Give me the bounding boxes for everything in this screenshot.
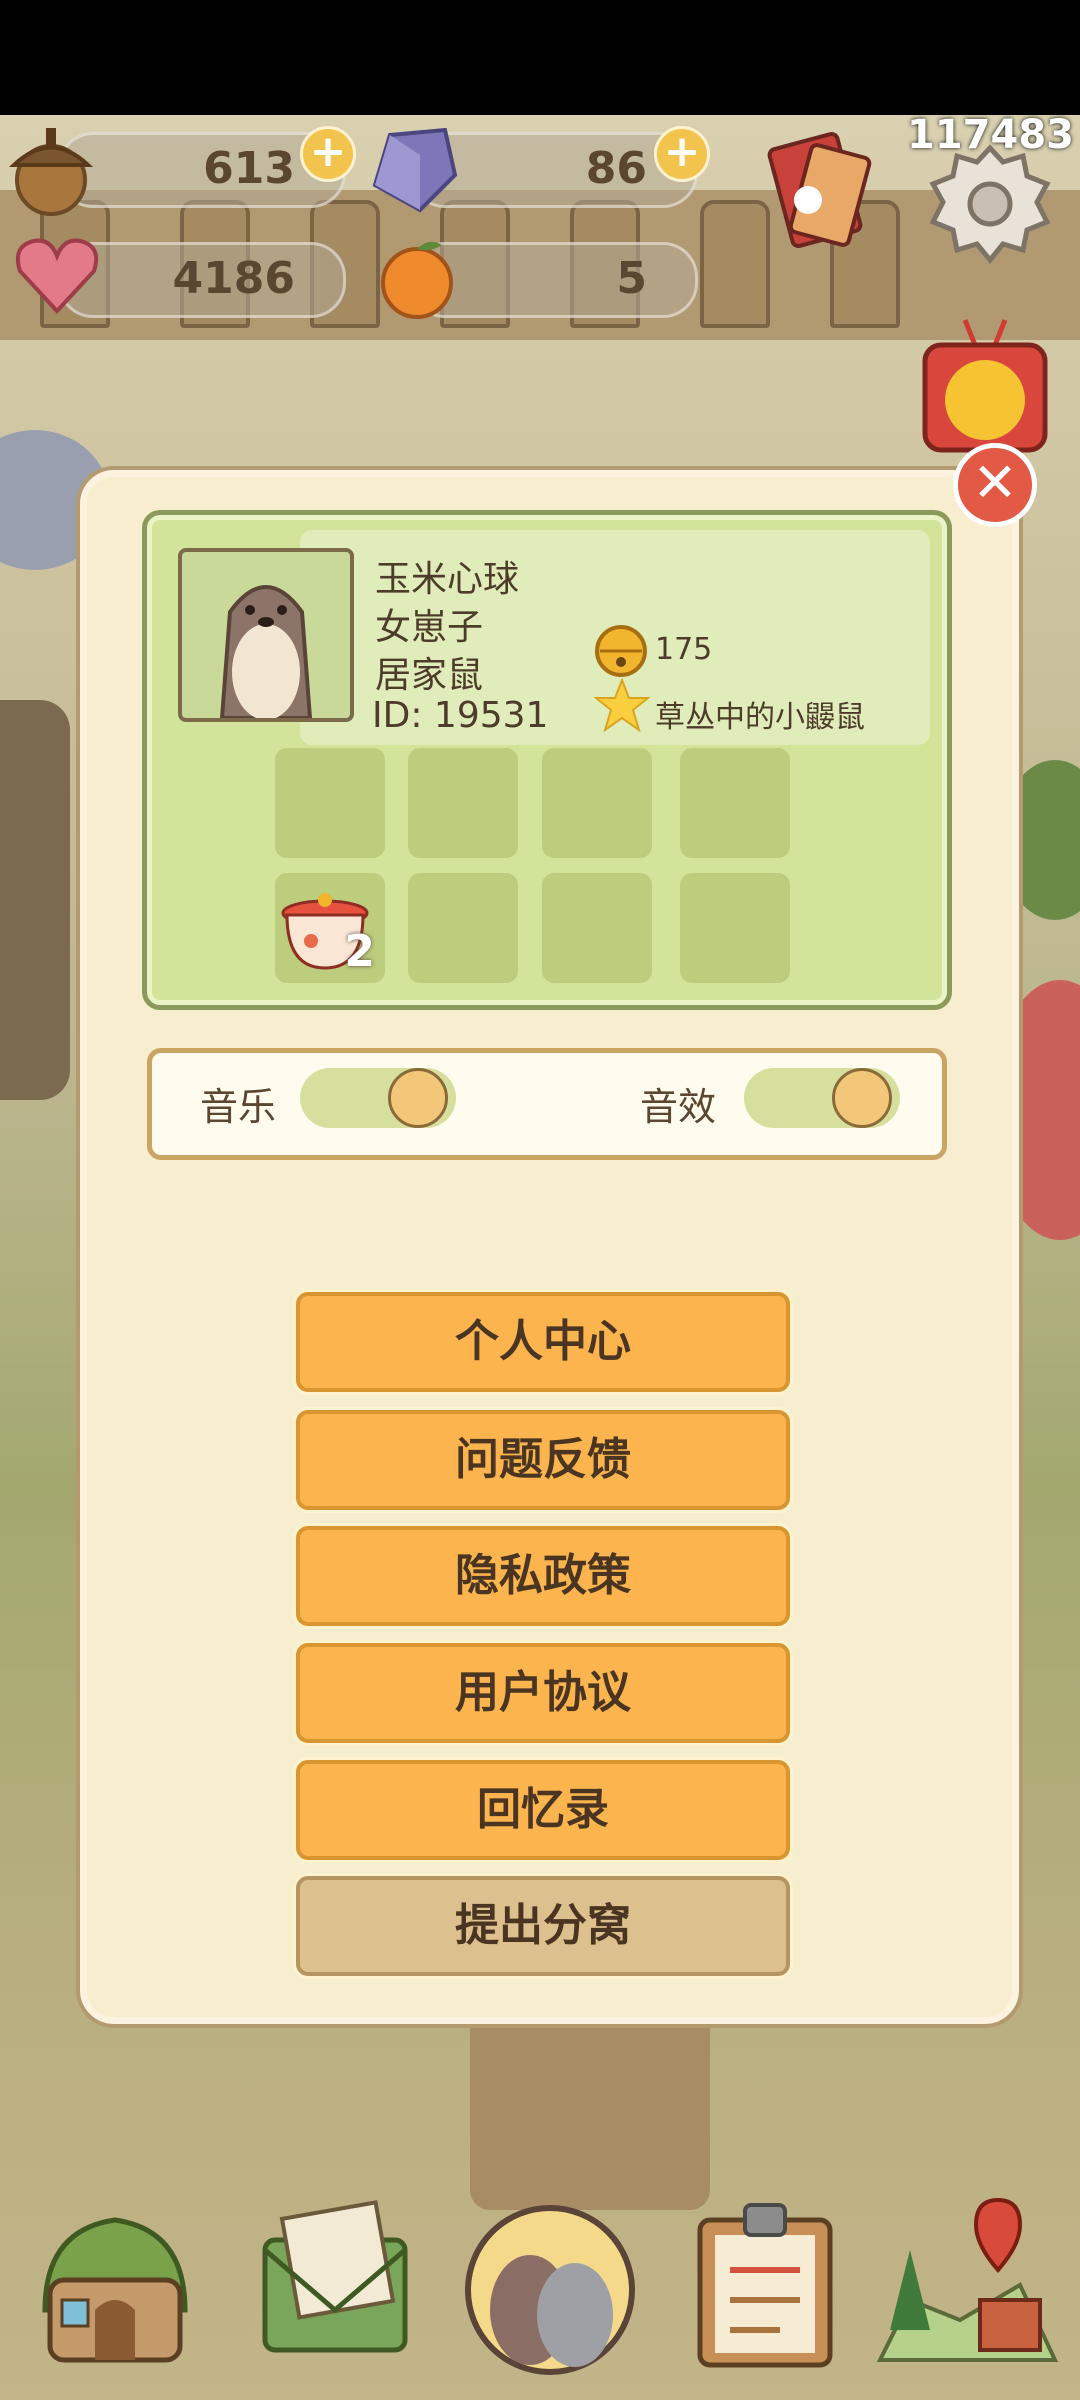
mail-envelope-icon[interactable] bbox=[250, 2190, 420, 2370]
music-toggle[interactable] bbox=[300, 1068, 456, 1128]
acorn-icon bbox=[6, 120, 96, 224]
bell-icon bbox=[592, 620, 650, 678]
orange-value: 5 bbox=[616, 253, 647, 304]
add-acorn-button[interactable]: + bbox=[300, 126, 356, 182]
task-clipboard-icon[interactable] bbox=[690, 2190, 860, 2370]
bell-count: 175 bbox=[655, 632, 713, 667]
item-slot[interactable] bbox=[680, 873, 790, 983]
profile-species: 居家鼠 bbox=[375, 655, 484, 696]
tree-trunk bbox=[0, 700, 70, 1100]
pot-count: 2 bbox=[344, 926, 375, 977]
wooden-table bbox=[470, 2010, 710, 2210]
profile-gender: 女崽子 bbox=[375, 607, 484, 648]
heart-gem-icon bbox=[12, 236, 102, 320]
music-toggle-knob bbox=[388, 1068, 448, 1128]
star-icon bbox=[593, 677, 651, 733]
item-slot-pot[interactable]: 2 bbox=[275, 873, 385, 983]
map-location-icon[interactable] bbox=[870, 2190, 1060, 2370]
friends-moles-icon[interactable] bbox=[460, 2200, 635, 2380]
avatar bbox=[178, 548, 354, 722]
personal-center-button[interactable]: 个人中心 bbox=[296, 1292, 790, 1392]
item-slot[interactable] bbox=[542, 873, 652, 983]
memories-button[interactable]: 回忆录 bbox=[296, 1760, 790, 1860]
profile-id: ID: 19531 bbox=[372, 695, 549, 736]
sfx-toggle-knob bbox=[832, 1068, 892, 1128]
music-label: 音乐 bbox=[200, 1085, 277, 1129]
profile-title: 草丛中的小鼹鼠 bbox=[655, 700, 865, 735]
item-slot[interactable] bbox=[542, 748, 652, 858]
tv-reward-icon[interactable] bbox=[915, 310, 1055, 460]
profile-nickname: 玉米心球 bbox=[375, 559, 520, 600]
item-slot[interactable] bbox=[408, 748, 518, 858]
item-slot[interactable] bbox=[680, 748, 790, 858]
heart-gem-value: 4186 bbox=[172, 253, 295, 304]
crystal-icon bbox=[370, 125, 460, 219]
feedback-button[interactable]: 问题反馈 bbox=[296, 1410, 790, 1510]
add-crystal-button[interactable]: + bbox=[654, 126, 710, 182]
item-slot[interactable] bbox=[408, 873, 518, 983]
calendar-book-icon[interactable] bbox=[760, 130, 880, 270]
privacy-policy-button[interactable]: 隐私政策 bbox=[296, 1526, 790, 1626]
item-slot[interactable] bbox=[275, 748, 385, 858]
sfx-toggle[interactable] bbox=[744, 1068, 900, 1128]
acorn-value: 613 bbox=[203, 143, 295, 194]
home-burrow-icon[interactable] bbox=[30, 2190, 200, 2370]
crystal-value: 86 bbox=[585, 143, 647, 194]
settings-gear-icon[interactable] bbox=[925, 140, 1055, 270]
close-button[interactable]: ✕ bbox=[953, 443, 1037, 527]
status-bar bbox=[0, 0, 1080, 115]
leave-den-button[interactable]: 提出分窝 bbox=[296, 1876, 790, 1976]
sfx-label: 音效 bbox=[640, 1085, 717, 1129]
user-agreement-button[interactable]: 用户协议 bbox=[296, 1643, 790, 1743]
orange-icon bbox=[374, 235, 460, 325]
